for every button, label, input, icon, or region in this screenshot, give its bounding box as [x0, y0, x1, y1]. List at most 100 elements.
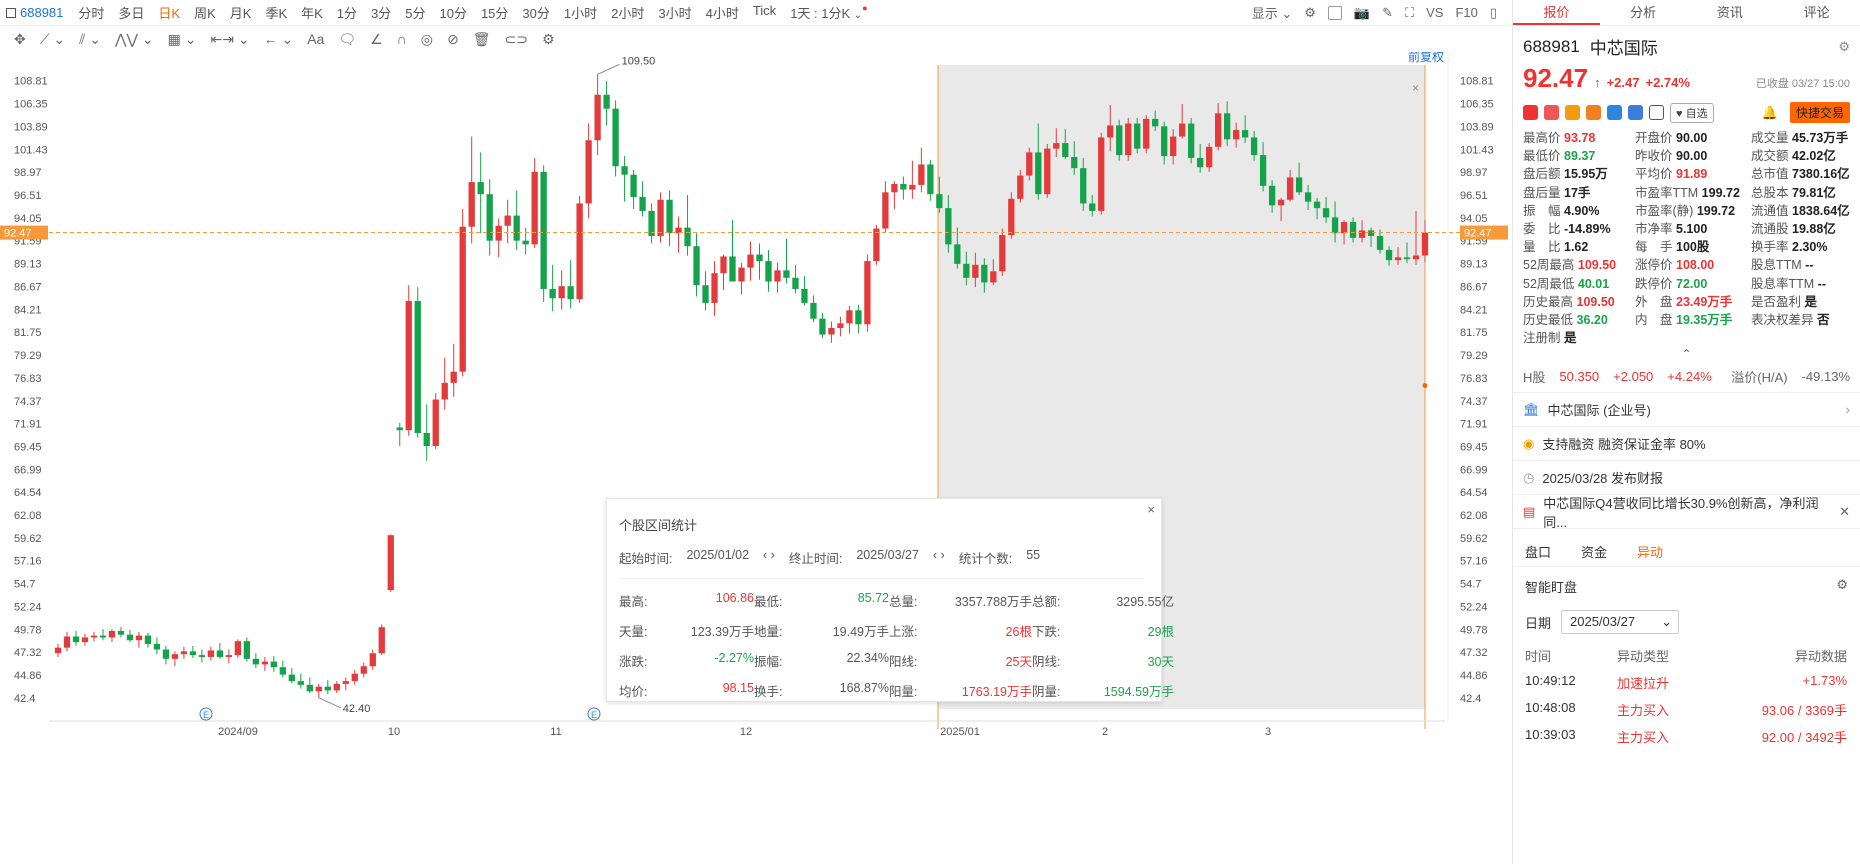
note-tool-icon[interactable]: 🗨 — [338, 31, 356, 48]
share-icon[interactable] — [1607, 105, 1622, 120]
text-tool-icon[interactable]: Aa — [307, 31, 324, 47]
smart-row[interactable]: 10:39:03 主力买入 92.00 / 3492手 — [1525, 727, 1848, 746]
y-tick-label: 89.13 — [14, 259, 42, 271]
report-row[interactable]: ◷ 2025/03/28 发布财报 — [1513, 461, 1860, 496]
candle-body — [171, 654, 179, 659]
range-arrows-icon[interactable]: ‹ › — [763, 548, 775, 567]
sidebar-toggle-icon[interactable]: ▯ — [1490, 5, 1497, 21]
briefcase-icon[interactable] — [1565, 105, 1580, 120]
angle-tool-icon[interactable]: ∠ — [370, 31, 383, 48]
tag-icon[interactable] — [1628, 105, 1643, 120]
period-tab[interactable]: 日K — [151, 3, 187, 22]
fire-icon[interactable] — [1544, 105, 1559, 120]
panel-tab[interactable]: 报价 — [1513, 0, 1600, 25]
collapse-icon[interactable]: ⌃ — [1513, 347, 1860, 361]
smart-row[interactable]: 10:48:08 主力买入 93.06 / 3369手 — [1525, 700, 1848, 719]
period-tab[interactable]: 5分 — [398, 3, 432, 22]
period-tab[interactable]: 15分 — [474, 3, 515, 22]
period-tab[interactable]: 1小时 — [557, 3, 604, 22]
period-tab[interactable]: 年K — [294, 3, 330, 22]
line-tool-icon[interactable]: ⟋ ⌄ — [40, 31, 65, 48]
stat-value: 29根 — [1147, 625, 1174, 639]
quote-stat: 流通值 1838.64亿 — [1751, 203, 1850, 218]
quote-stat: 总市值 7380.16亿 — [1751, 167, 1850, 182]
sub-tab[interactable]: 资金 — [1581, 542, 1607, 561]
arrow-tool-icon[interactable]: ← ⌄ — [264, 31, 294, 48]
watchlist-button[interactable]: ♥ 自选 — [1670, 102, 1714, 123]
panel-tab[interactable]: 评论 — [1773, 0, 1860, 25]
measure-tool-icon[interactable]: ⇤⇥ ⌄ — [210, 31, 249, 48]
company-account-row[interactable]: 🏛 中芯国际 (企业号) › — [1513, 393, 1860, 428]
close-icon[interactable]: × — [1147, 502, 1155, 517]
magnet-icon[interactable]: ∩ — [397, 31, 407, 47]
kline-chart[interactable]: 108.81 108.81 106.35 106.35 103.89 103.89 101.… — [0, 49, 1511, 864]
period-tab[interactable]: 30分 — [515, 3, 556, 22]
symbol-selector[interactable]: 688981 — [6, 5, 63, 20]
settings-icon[interactable]: ⚙ — [1304, 5, 1316, 21]
y-tick-label: 74.37 — [14, 396, 42, 408]
period-tab[interactable]: 季K — [258, 3, 294, 22]
gear-icon[interactable]: ⚙ — [1838, 39, 1850, 55]
period-tab[interactable]: 月K — [223, 3, 259, 22]
period-tab[interactable]: 3小时 — [651, 3, 698, 22]
panel-tab[interactable]: 分析 — [1600, 0, 1687, 25]
sub-tab[interactable]: 异动 — [1637, 542, 1663, 561]
draw-settings-icon[interactable]: ⚙ — [542, 31, 555, 48]
interval-selector[interactable]: 1天 : 1分K ⌄● — [783, 3, 874, 22]
link-icon[interactable]: ⊂⊃ — [504, 31, 527, 48]
candle-body — [333, 683, 340, 691]
wave-tool-icon[interactable]: ⋀⋁ ⌄ — [115, 31, 154, 48]
checkbox-icon[interactable] — [1327, 5, 1342, 20]
candle-body — [621, 166, 628, 175]
panel-tab[interactable]: 资讯 — [1687, 0, 1774, 25]
period-tab[interactable]: 多日 — [111, 3, 151, 22]
stat-value: 123.39万手 — [690, 625, 754, 639]
chart-badge-icon[interactable] — [1586, 105, 1601, 120]
period-tab[interactable]: 分时 — [71, 3, 111, 22]
hide-icon[interactable]: ⊘ — [447, 31, 459, 48]
camera-icon[interactable]: 📷 — [1354, 5, 1370, 21]
period-tab[interactable]: 3分 — [364, 3, 398, 22]
news-row[interactable]: ▤ 中芯国际Q4营收同比增长30.9%创新高，净利润同... ✕ — [1513, 495, 1860, 530]
start-date[interactable]: 2025/01/02 — [686, 548, 749, 567]
vs-button[interactable]: VS — [1426, 5, 1443, 20]
period-tab[interactable]: Tick — [746, 3, 783, 22]
eye-icon[interactable]: ◎ — [421, 31, 433, 48]
candle-body — [1394, 257, 1402, 261]
sub-tab[interactable]: 盘口 — [1525, 542, 1551, 561]
end-date[interactable]: 2025/03/27 — [856, 548, 919, 567]
date-dropdown[interactable]: 2025/03/27 ⌄ — [1561, 610, 1680, 635]
quick-trade-button[interactable]: 快捷交易 — [1789, 102, 1850, 123]
period-tab[interactable]: 4小时 — [699, 3, 746, 22]
candle-body — [756, 254, 763, 262]
document-icon[interactable] — [1649, 105, 1664, 120]
crosshair-icon[interactable]: ✥ — [14, 31, 26, 48]
x-tick-label: 10 — [388, 726, 400, 738]
trash-icon[interactable]: 🗑 — [473, 31, 491, 48]
channel-tool-icon[interactable]: ⫽ ⌄ — [79, 31, 101, 48]
period-tab[interactable]: 周K — [187, 3, 223, 22]
smart-row[interactable]: 10:49:12 加速拉升 +1.73% — [1525, 673, 1848, 692]
bell-icon[interactable]: 🔔 — [1762, 105, 1778, 121]
kline-svg[interactable]: 108.81 108.81 106.35 106.35 103.89 103.89 101.… — [0, 49, 1511, 864]
candle-body — [1089, 203, 1096, 211]
period-tab[interactable]: 2小时 — [604, 3, 651, 22]
pen-icon[interactable]: ✎ — [1382, 5, 1393, 21]
display-menu[interactable]: 显示 ⌄ — [1252, 3, 1293, 22]
candle-body — [531, 171, 538, 245]
fullscreen-icon[interactable]: ⛶ — [1405, 5, 1414, 21]
period-tab[interactable]: 1分 — [330, 3, 364, 22]
stat-value: 25天 — [1005, 655, 1032, 669]
period-tab[interactable]: 10分 — [432, 3, 473, 22]
close-icon[interactable]: ✕ — [1839, 504, 1850, 520]
flag-icon[interactable] — [1523, 105, 1538, 120]
margin-row[interactable]: ◉ 支持融资 融资保证金率 80% — [1513, 427, 1860, 462]
candle-body — [1017, 175, 1024, 199]
candle-body — [1331, 217, 1339, 234]
h-share-row[interactable]: H股 50.350 +2.050 +4.24% 溢价(H/A) -49.13% — [1513, 361, 1860, 394]
fib-tool-icon[interactable]: ▦ ⌄ — [168, 31, 197, 48]
range-arrows-icon[interactable]: ‹ › — [933, 548, 945, 567]
f10-button[interactable]: F10 — [1455, 5, 1477, 20]
gear-icon[interactable]: ⚙ — [1836, 577, 1848, 596]
candle-body — [1152, 118, 1159, 127]
